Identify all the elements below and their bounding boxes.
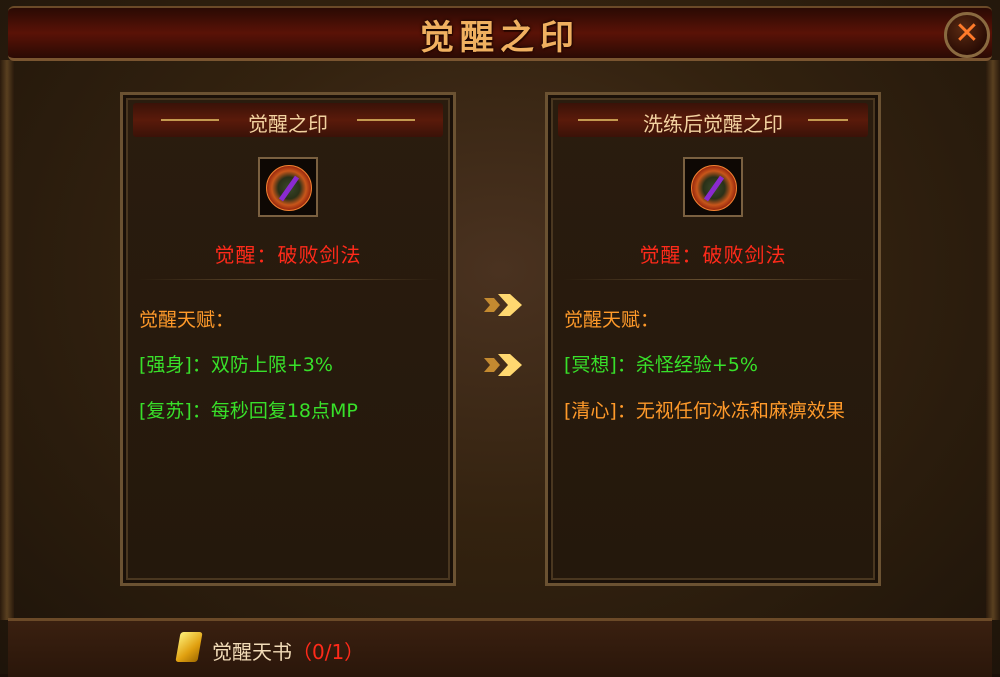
- talent-line: [冥想]：杀怪经验+5%: [564, 354, 758, 376]
- icon-detail: [703, 175, 725, 202]
- icon-detail: [278, 175, 300, 202]
- divider: [139, 279, 439, 280]
- panel-header: 洗练后觉醒之印: [558, 103, 868, 137]
- awakening-name: 觉醒：破败剑法: [214, 243, 362, 267]
- awakening-name: 觉醒：破败剑法: [639, 243, 787, 267]
- awakening-seal-icon: [691, 165, 737, 211]
- arrow-right-icon: [484, 354, 522, 376]
- panel-title: 洗练后觉醒之印: [643, 112, 783, 136]
- window-title: 觉醒之印: [420, 18, 580, 58]
- seal-icon-slot[interactable]: [683, 157, 743, 217]
- awakening-seal-icon: [266, 165, 312, 211]
- right-border: [986, 60, 1000, 620]
- talent-line: [清心]：无视任何冰冻和麻痹效果: [564, 400, 845, 422]
- item-count: （0/1）: [292, 640, 365, 664]
- talent-line: [强身]：双防上限+3%: [139, 354, 333, 376]
- divider: [564, 279, 864, 280]
- close-button[interactable]: ✕: [944, 12, 990, 58]
- left-border: [0, 60, 14, 620]
- current-seal-panel: 觉醒之印 觉醒：破败剑法 觉醒天赋： [强身]：双防上限+3% [复苏]：每秒回…: [120, 92, 456, 586]
- refined-seal-panel: 洗练后觉醒之印 觉醒：破败剑法 觉醒天赋： [冥想]：杀怪经验+5% [清心]：…: [545, 92, 881, 586]
- item-label: 觉醒天书: [212, 640, 292, 664]
- talent-line: [复苏]：每秒回复18点MP: [139, 400, 358, 422]
- seal-icon-slot[interactable]: [258, 157, 318, 217]
- panel-title: 觉醒之印: [248, 112, 328, 136]
- item-requirement: 觉醒天书（0/1）: [212, 636, 364, 665]
- panel-header: 觉醒之印: [133, 103, 443, 137]
- footer-bar: [8, 618, 992, 677]
- talent-heading: 觉醒天赋：: [139, 309, 235, 331]
- arrow-right-icon: [484, 294, 522, 316]
- talent-heading: 觉醒天赋：: [564, 309, 660, 331]
